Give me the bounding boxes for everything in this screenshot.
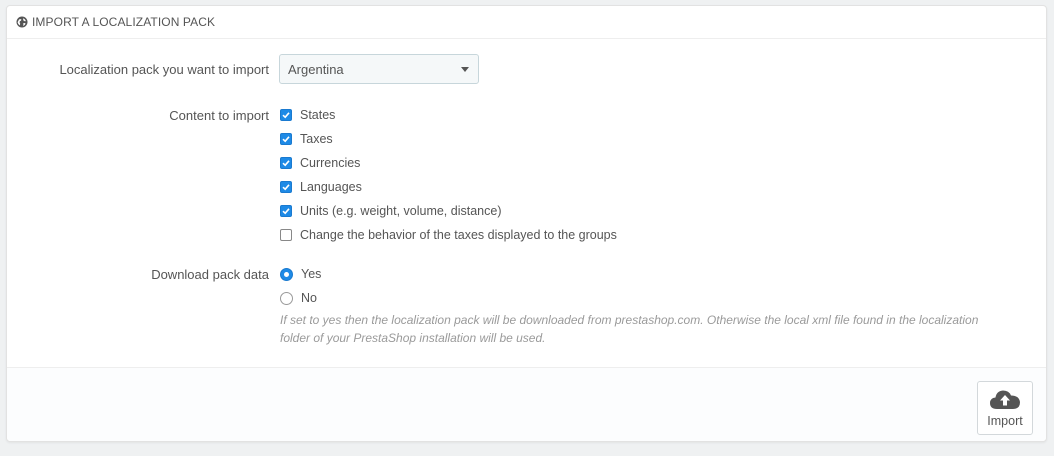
checkbox-checked-icon[interactable] <box>280 133 292 145</box>
pack-select-label: Localization pack you want to import <box>59 62 269 77</box>
checkbox-checked-icon[interactable] <box>280 205 292 217</box>
checkbox-unchecked-icon[interactable] <box>280 229 292 241</box>
checkbox-label: Units (e.g. weight, volume, distance) <box>300 204 502 218</box>
radio-label: No <box>301 291 317 305</box>
checkbox-checked-icon[interactable] <box>280 157 292 169</box>
panel-heading: IMPORT A LOCALIZATION PACK <box>7 6 1046 39</box>
chevron-down-icon <box>461 67 469 72</box>
import-button[interactable]: Import <box>977 381 1033 435</box>
localization-pack-select[interactable]: Argentina <box>279 54 479 84</box>
content-label: Content to import <box>169 108 269 123</box>
checkbox-label: Currencies <box>300 156 361 170</box>
radio-yes[interactable]: Yes <box>280 265 321 283</box>
panel-footer: Import <box>7 367 1046 441</box>
panel-title: IMPORT A LOCALIZATION PACK <box>32 15 216 29</box>
radio-selected-icon[interactable] <box>280 267 293 281</box>
radio-no[interactable]: No <box>280 289 317 307</box>
download-label: Download pack data <box>151 267 269 282</box>
globe-icon <box>16 16 28 28</box>
radio-label: Yes <box>301 267 322 281</box>
checkbox-checked-icon[interactable] <box>280 181 292 193</box>
checkbox-taxes[interactable]: Taxes <box>280 130 333 148</box>
pack-select-value: Argentina <box>288 61 344 77</box>
checkbox-label: Change the behavior of the taxes display… <box>300 228 617 242</box>
checkbox-units[interactable]: Units (e.g. weight, volume, distance) <box>280 202 501 220</box>
radio-unselected-icon[interactable] <box>280 291 293 305</box>
help-line-1: If set to yes then the localization pack… <box>280 313 979 327</box>
checkbox-states[interactable]: States <box>280 106 335 124</box>
checkbox-label: Languages <box>300 180 362 194</box>
checkbox-label: Taxes <box>300 132 333 146</box>
checkbox-currencies[interactable]: Currencies <box>280 154 360 172</box>
checkbox-label: States <box>300 108 336 122</box>
checkbox-checked-icon[interactable] <box>280 109 292 121</box>
import-button-label: Import <box>987 414 1023 428</box>
cloud-upload-icon <box>990 390 1020 409</box>
checkbox-tax-behavior[interactable]: Change the behavior of the taxes display… <box>280 226 617 244</box>
checkbox-languages[interactable]: Languages <box>280 178 362 196</box>
import-localization-panel: IMPORT A LOCALIZATION PACK Localization … <box>6 5 1047 442</box>
help-line-2: folder of your PrestaShop installation w… <box>280 331 546 345</box>
download-help-text: If set to yes then the localization pack… <box>280 311 1040 347</box>
